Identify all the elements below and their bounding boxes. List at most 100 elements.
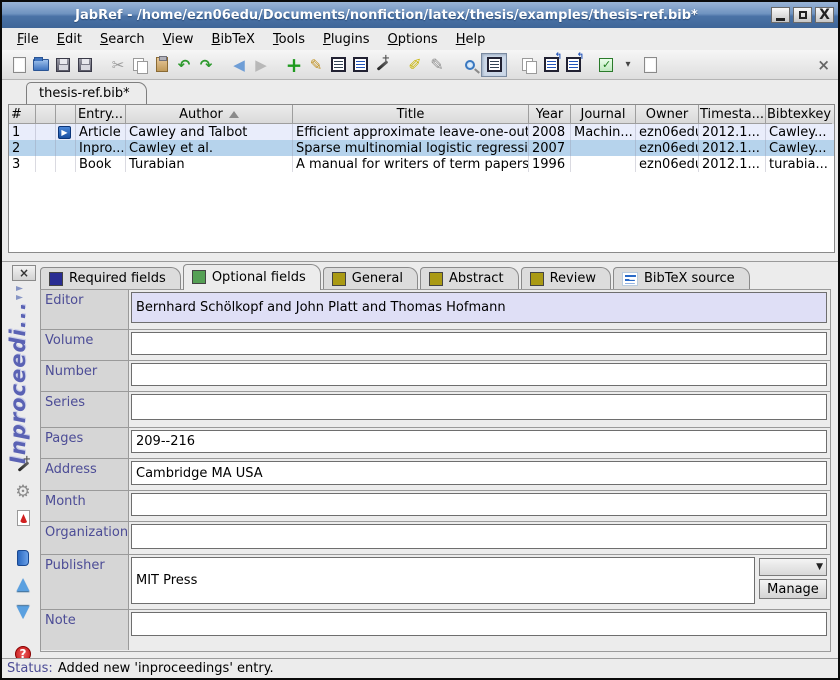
generate-key-wand-icon[interactable] [15,458,31,474]
month-field[interactable] [131,493,827,516]
cell-year: 2008 [529,124,571,140]
push-to-application-icon[interactable]: ↰ [540,54,562,76]
next-entry-icon[interactable]: ▼ [16,602,29,622]
book-icon[interactable] [17,550,29,566]
optional-fields-form: Editor Volume Number Series Pages Addres… [40,289,831,652]
tab-required-fields[interactable]: Required fields [40,267,181,290]
tab-optional-fields[interactable]: Optional fields [183,264,321,290]
close-button[interactable]: X [815,7,834,23]
minimize-button[interactable] [771,7,790,23]
back-icon[interactable]: ◀ [228,54,250,76]
pages-field[interactable] [131,430,827,453]
cut-icon[interactable]: ✂ [107,54,129,76]
series-field[interactable] [131,394,827,420]
maximize-button[interactable] [793,7,812,23]
open-file-icon[interactable] [639,54,661,76]
menu-file[interactable]: File [8,30,48,49]
menu-edit[interactable]: Edit [48,30,91,49]
edit-entry-icon[interactable]: ✎ [305,54,327,76]
copy-icon[interactable] [129,54,151,76]
previous-entry-icon[interactable]: ▲ [16,574,29,594]
publisher-field[interactable] [131,557,755,604]
menu-bibtex[interactable]: BibTeX [203,30,264,49]
cell-timestamp: 2012.1... [699,140,766,156]
cell-title: Sparse multinomial logistic regressi... [293,140,529,156]
cell-journal [571,140,636,156]
volume-field[interactable] [131,332,827,355]
tab-review[interactable]: Review [521,267,611,290]
new-entry-from-plain-text-icon[interactable] [371,54,393,76]
menu-plugins[interactable]: Plugins [314,30,379,49]
cell-year: 1996 [529,156,571,172]
forward-icon[interactable]: ▶ [250,54,272,76]
title-bar[interactable]: JabRef - /home/ezn06edu/Documents/nonfic… [2,2,838,28]
column-header-timestamp[interactable]: Timesta... [699,105,766,124]
column-header-icon2[interactable] [56,105,76,124]
menu-view[interactable]: View [154,30,203,49]
undo-icon[interactable]: ↶ [173,54,195,76]
file-tab[interactable]: thesis-ref.bib* [26,82,147,104]
entry-editor-close-button[interactable]: × [12,265,36,281]
table-row[interactable]: 3 Book Turabian A manual for writers of … [9,156,834,172]
save-database-icon[interactable] [52,54,74,76]
column-header-bibtexkey[interactable]: Bibtexkey [766,105,832,124]
organization-field[interactable] [131,524,827,549]
mark-entries-icon[interactable]: ✐ [404,54,426,76]
search-icon[interactable] [459,54,481,76]
menu-options[interactable]: Options [379,30,447,49]
tab-abstract[interactable]: Abstract [420,267,519,290]
file-tab-bar: thesis-ref.bib* [2,81,838,104]
column-header-owner[interactable]: Owner [636,105,699,124]
menu-search[interactable]: Search [91,30,154,49]
cell-timestamp: 2012.1... [699,156,766,172]
tab-bibtex-source[interactable]: BibTeX source [613,267,750,290]
cell-timestamp: 2012.1... [699,124,766,140]
column-header-number[interactable]: # [9,105,36,124]
open-database-icon[interactable] [30,54,52,76]
toggle-search-panel-icon[interactable] [481,53,507,77]
gear-icon[interactable]: ⚙ [15,482,30,502]
field-row-pages: Pages [41,428,830,459]
tab-general[interactable]: General [323,267,418,290]
panel-close-icon[interactable]: × [817,56,830,74]
paste-icon[interactable] [151,54,173,76]
new-entry-icon[interactable]: + [283,54,305,76]
address-field[interactable] [131,461,827,485]
column-header-icon1[interactable] [36,105,56,124]
note-field[interactable] [131,612,827,636]
menu-help[interactable]: Help [447,30,495,49]
pdf-icon[interactable] [17,510,30,526]
table-row[interactable]: 1 ▶ Article Cawley and Talbot Efficient … [9,124,834,140]
web-search-dropdown-icon[interactable]: ▾ [617,54,639,76]
editor-field[interactable] [131,292,827,323]
column-header-year[interactable]: Year [529,105,571,124]
column-header-journal[interactable]: Journal [571,105,636,124]
field-row-address: Address [41,459,830,491]
publisher-combo[interactable]: ▼ [759,558,827,576]
entry-editor: × Required fields Optional fields Genera… [2,261,838,658]
edit-strings-icon[interactable] [349,54,371,76]
table-header: # Entry... Author Title Year Journal Own… [9,105,834,124]
manage-button[interactable]: Manage [759,579,827,599]
column-header-author[interactable]: Author [126,105,293,124]
field-row-publisher: Publisher ▼ Manage [41,555,830,610]
menu-tools[interactable]: Tools [264,30,314,49]
field-label: Series [41,392,129,427]
column-header-title[interactable]: Title [293,105,529,124]
preview-icon[interactable] [327,54,349,76]
entry-table: # Entry... Author Title Year Journal Own… [8,104,835,253]
cell-owner: ezn06edu [636,156,699,172]
optional-fields-icon [192,270,206,284]
web-search-icon[interactable] [595,54,617,76]
save-as-icon[interactable] [74,54,96,76]
new-subdatabase-icon[interactable] [518,54,540,76]
unmark-entries-icon[interactable]: ✎ [426,54,448,76]
number-field[interactable] [131,363,827,386]
column-header-entrytype[interactable]: Entry... [76,105,126,124]
new-database-icon[interactable] [8,54,30,76]
panel-splitter[interactable] [2,253,838,261]
url-icon[interactable]: ▶ [58,126,71,139]
redo-icon[interactable]: ↷ [195,54,217,76]
table-row-selected[interactable]: 2 Inpro... Cawley et al. Sparse multinom… [9,140,834,156]
push-to-lyx-icon[interactable]: ↰ [562,54,584,76]
